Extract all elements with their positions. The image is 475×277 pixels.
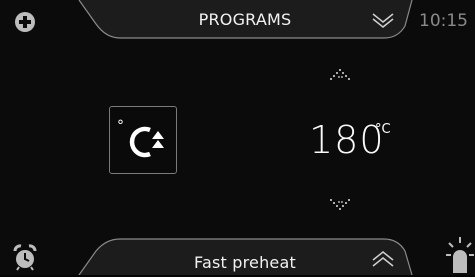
degree-symbol: ° [117,118,124,134]
lamp-icon[interactable] [446,235,474,273]
temperature-down-icon[interactable] [328,197,354,213]
programs-tab[interactable]: PROGRAMS [170,10,320,29]
cooking-mode-button[interactable]: ° [109,106,177,174]
function-tab[interactable]: Fast preheat [170,253,320,272]
temperature-up-icon[interactable] [328,66,354,82]
top-tab-shape [78,0,413,275]
alarm-clock-icon[interactable] [11,243,39,271]
chevron-up-icon[interactable] [370,250,396,268]
temperature-value: 180 [309,118,385,162]
chevron-down-icon[interactable] [370,11,396,29]
clock-time: 10:15 [419,11,468,31]
temperature-unit: °C [375,122,391,137]
oven-display: PROGRAMS 10:15 ° 180 °C Fast preheat [0,0,475,275]
plus-circle-icon[interactable] [14,11,36,33]
fast-preheat-icon [129,126,164,158]
